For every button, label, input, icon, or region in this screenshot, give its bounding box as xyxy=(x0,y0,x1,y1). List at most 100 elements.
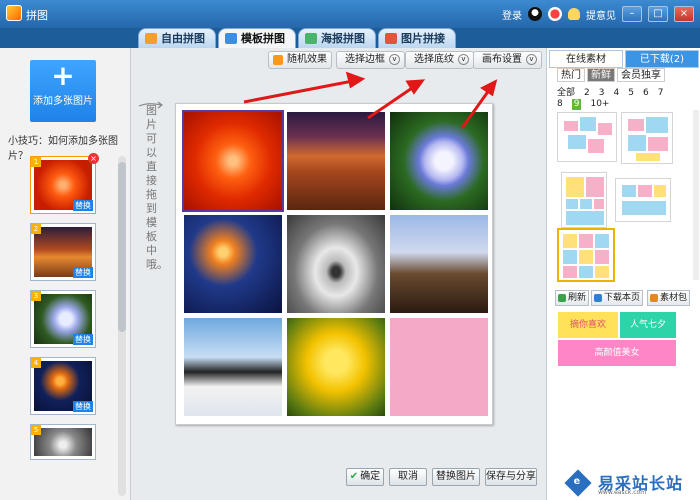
login-link[interactable]: 登录 xyxy=(502,7,522,22)
replace-button[interactable]: 替换 xyxy=(73,200,93,211)
select-border-button[interactable]: 选择边框 v xyxy=(336,51,405,69)
check-icon: ✔ xyxy=(349,471,359,482)
download-icon xyxy=(594,294,602,302)
refresh-icon xyxy=(558,294,566,302)
select-background-button[interactable]: 选择底纹 v xyxy=(405,51,474,69)
replace-button[interactable]: 替换 xyxy=(73,401,93,412)
canvas-settings-button[interactable]: 画布设置 v xyxy=(473,51,542,69)
chevron-down-icon: v xyxy=(458,53,469,65)
count-9[interactable]: 9 xyxy=(571,99,582,110)
count-8[interactable]: 8 xyxy=(557,99,563,110)
collage-cell-hydrangea[interactable] xyxy=(390,112,488,210)
download-page-button[interactable]: 下载本页 xyxy=(591,290,644,306)
chevron-down-icon: v xyxy=(526,53,537,65)
count-2[interactable]: 2 xyxy=(584,88,590,99)
title-bar: 拼图 登录 提意见 – □ × xyxy=(0,0,700,28)
site-watermark: e 易采站长站 www.easck.com xyxy=(560,468,698,498)
app-logo-icon xyxy=(6,5,22,21)
thumbnail-item[interactable]: 5 xyxy=(30,424,96,460)
template-scrollbar[interactable] xyxy=(693,110,699,280)
count-4[interactable]: 4 xyxy=(613,88,619,99)
collage-cell-penguins[interactable] xyxy=(184,318,282,416)
poster-icon xyxy=(305,33,317,44)
thumbnail-item[interactable]: 1 替换 × xyxy=(30,153,99,214)
material-panel: 在线素材 已下载(2) 热门 新鲜 会员独享 全部 2 3 4 5 6 7 8 9 10+ xyxy=(546,48,700,500)
thumbnail-item[interactable]: 2 替换 xyxy=(30,223,96,281)
delete-icon[interactable]: × xyxy=(88,153,99,164)
template-icon xyxy=(225,33,237,44)
collage-cell-flower[interactable] xyxy=(182,110,284,212)
replace-button[interactable]: 替换 xyxy=(73,267,93,278)
cancel-button[interactable]: 取消 xyxy=(389,468,427,486)
collage-cell-koala[interactable] xyxy=(287,215,385,313)
close-button[interactable]: × xyxy=(674,6,694,22)
collage-cell-jellyfish[interactable] xyxy=(184,215,282,313)
collage-canvas[interactable] xyxy=(175,103,493,425)
save-share-button[interactable]: 保存与分享 xyxy=(485,468,537,486)
filter-hot[interactable]: 热门 xyxy=(557,68,585,82)
material-filter-tabs: 热门 新鲜 会员独享 xyxy=(557,68,667,84)
material-actions: 刷新 下载本页 素材包 xyxy=(555,290,695,308)
count-5[interactable]: 5 xyxy=(628,88,634,99)
sticker-banners: 摘你喜欢 人气七夕 高颜值美女 xyxy=(558,312,676,366)
random-effect-button[interactable]: 随机效果 xyxy=(268,51,332,69)
count-7[interactable]: 7 xyxy=(658,88,664,99)
minimize-button[interactable]: – xyxy=(622,6,642,22)
photo-count-filter: 全部 2 3 4 5 6 7 8 9 10+ xyxy=(557,88,687,110)
thumbnail-item[interactable]: 4 替换 xyxy=(30,357,96,415)
template-item-selected[interactable] xyxy=(557,228,615,282)
collage-cell-lighthouse[interactable] xyxy=(390,215,488,313)
template-item[interactable] xyxy=(615,178,671,222)
thumbnail-scrollbar[interactable] xyxy=(118,156,126,496)
puzzle-icon xyxy=(145,33,157,44)
feedback-icon xyxy=(568,8,580,20)
sticker-banner[interactable]: 高颜值美女 xyxy=(558,340,676,366)
tab-poster-collage[interactable]: 海报拼图 xyxy=(298,28,376,48)
workspace: + 添加多张图片 小技巧：如何添加多张图片？ 1 替换 × 2 替换 3 替换 xyxy=(0,48,700,500)
thumbnail-list: 1 替换 × 2 替换 3 替换 4 替换 5 xyxy=(30,153,100,469)
image-list-panel: + 添加多张图片 小技巧：如何添加多张图片？ 1 替换 × 2 替换 3 替换 xyxy=(0,48,131,500)
collage-cell-tulips[interactable] xyxy=(287,318,385,416)
count-3[interactable]: 3 xyxy=(599,88,605,99)
join-icon xyxy=(385,33,397,44)
watermark-logo-icon: e xyxy=(564,469,592,497)
thumbnail-image xyxy=(34,428,92,456)
thumbnail-item[interactable]: 3 替换 xyxy=(30,290,96,348)
material-pack-button[interactable]: 素材包 xyxy=(647,290,691,306)
dice-icon xyxy=(273,55,283,65)
drag-hint-text: 图片可以直接拖到模板中哦。 xyxy=(146,104,168,271)
material-tabs: 在线素材 已下载(2) xyxy=(549,50,699,68)
scrollbar-thumb[interactable] xyxy=(118,162,126,332)
replace-image-button[interactable]: 替换图片 xyxy=(432,468,480,486)
feedback-link[interactable]: 提意见 xyxy=(586,7,616,22)
count-6[interactable]: 6 xyxy=(643,88,649,99)
plus-icon: + xyxy=(51,59,75,92)
maximize-button[interactable]: □ xyxy=(648,6,668,22)
filter-vip[interactable]: 会员独享 xyxy=(617,68,665,82)
collage-cell-empty[interactable] xyxy=(390,318,488,416)
template-item[interactable] xyxy=(561,172,607,228)
template-item[interactable] xyxy=(621,112,673,164)
confirm-button[interactable]: ✔ 确定 xyxy=(346,468,384,486)
filter-new[interactable]: 新鲜 xyxy=(587,68,615,82)
tab-online-materials[interactable]: 在线素材 xyxy=(549,50,623,68)
title-bar-actions: 登录 提意见 – □ × xyxy=(502,5,694,23)
add-images-button[interactable]: + 添加多张图片 xyxy=(30,60,96,122)
pack-icon xyxy=(650,294,658,302)
refresh-button[interactable]: 刷新 xyxy=(555,290,590,306)
replace-button[interactable]: 替换 xyxy=(73,334,93,345)
sticker-banner[interactable]: 摘你喜欢 xyxy=(558,312,618,338)
collage-cell-desert[interactable] xyxy=(287,112,385,210)
template-item[interactable] xyxy=(557,112,617,162)
qq-icon[interactable] xyxy=(528,7,542,21)
weibo-icon[interactable] xyxy=(548,7,562,21)
tab-template-collage[interactable]: 模板拼图 xyxy=(218,28,296,48)
sticker-banner[interactable]: 人气七夕 xyxy=(620,312,676,338)
tab-image-join[interactable]: 图片拼接 xyxy=(378,28,456,48)
chevron-down-icon: v xyxy=(389,53,400,65)
tab-downloaded[interactable]: 已下载(2) xyxy=(625,50,699,68)
count-10plus[interactable]: 10+ xyxy=(590,99,609,110)
count-all[interactable]: 全部 xyxy=(557,88,575,99)
window-title: 拼图 xyxy=(26,9,48,22)
tab-free-collage[interactable]: 自由拼图 xyxy=(138,28,216,48)
